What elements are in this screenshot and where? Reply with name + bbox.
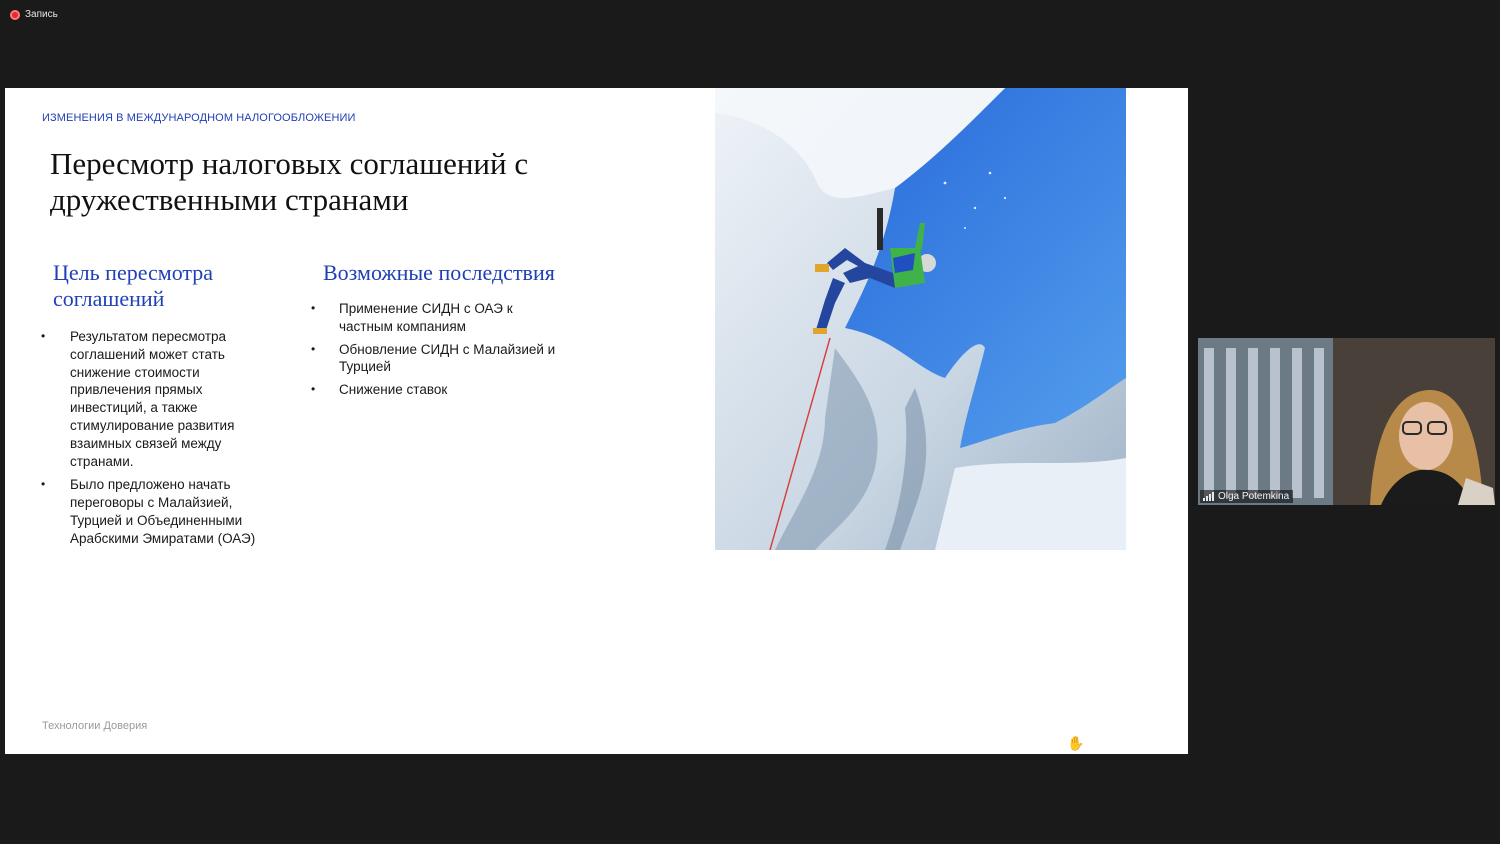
goal-bullet: Было предложено начать переговоры с Мала… [41,476,281,547]
signal-bars-icon [1203,492,1214,501]
consequences-column: Возможные последствия Применение СИДН с … [311,260,561,404]
participant-video-tile[interactable]: Olga Potemkina [1198,338,1495,505]
goal-bullet: Результатом пересмотра соглашений может … [41,328,281,470]
hand-cursor-icon: ✋ [1067,735,1085,751]
slide-footer: Технологии Доверия [42,720,148,732]
consequences-heading: Возможные последствия [323,260,555,285]
recording-label: Запись [25,9,58,20]
shared-slide: ИЗМЕНЕНИЯ В МЕЖДУНАРОДНОМ НАЛОГООБЛОЖЕНИ… [5,88,1188,754]
goal-heading: Цель пересмотра соглашений [53,260,214,311]
consequences-bullet: Снижение ставок [311,381,561,399]
participant-name-tag: Olga Potemkina [1200,490,1294,503]
goal-column: Цель пересмотра соглашений Результатом п… [41,260,281,554]
recording-indicator[interactable]: Запись [10,9,58,20]
consequences-bullet: Применение СИДН с ОАЭ к частным компания… [311,300,561,336]
participant-video-feed [1198,338,1495,505]
participant-name: Olga Potemkina [1218,491,1290,502]
record-icon [10,9,20,20]
slide-kicker: ИЗМЕНЕНИЯ В МЕЖДУНАРОДНОМ НАЛОГООБЛОЖЕНИ… [42,112,356,124]
slide-title: Пересмотр налоговых соглашений с дружест… [50,146,529,217]
ice-climber-photo [715,88,1126,550]
consequences-bullet: Обновление СИДН с Малайзией и Турцией [311,341,561,377]
consequences-bullet-list: Применение СИДН с ОАЭ к частным компания… [311,300,561,399]
goal-bullet-list: Результатом пересмотра соглашений может … [41,328,281,548]
